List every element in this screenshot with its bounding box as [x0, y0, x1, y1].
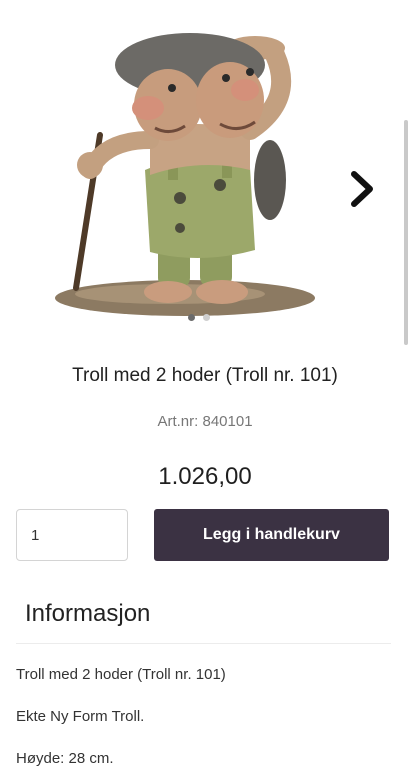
- divider: [16, 643, 391, 644]
- info-heading: Informasjon: [25, 600, 151, 627]
- next-image-button[interactable]: [345, 168, 379, 210]
- gallery-dot-1[interactable]: [188, 314, 195, 321]
- gallery-dot-2[interactable]: [203, 314, 210, 321]
- article-number: Art.nr: 840101: [157, 413, 253, 430]
- product-title: Troll med 2 hoder (Troll nr. 101): [72, 365, 338, 386]
- chevron-right-icon: [351, 171, 373, 207]
- product-gallery: [0, 0, 410, 340]
- info-line: Troll med 2 hoder (Troll nr. 101): [16, 666, 226, 683]
- gallery-pagination: [188, 314, 210, 321]
- add-to-cart-button[interactable]: Legg i handlekurv: [154, 509, 389, 561]
- product-image: [55, 33, 315, 316]
- quantity-input[interactable]: [16, 509, 128, 561]
- product-price: 1.026,00: [158, 463, 252, 490]
- info-line: Høyde: 28 cm.: [16, 750, 114, 767]
- info-line: Ekte Ny Form Troll.: [16, 708, 145, 725]
